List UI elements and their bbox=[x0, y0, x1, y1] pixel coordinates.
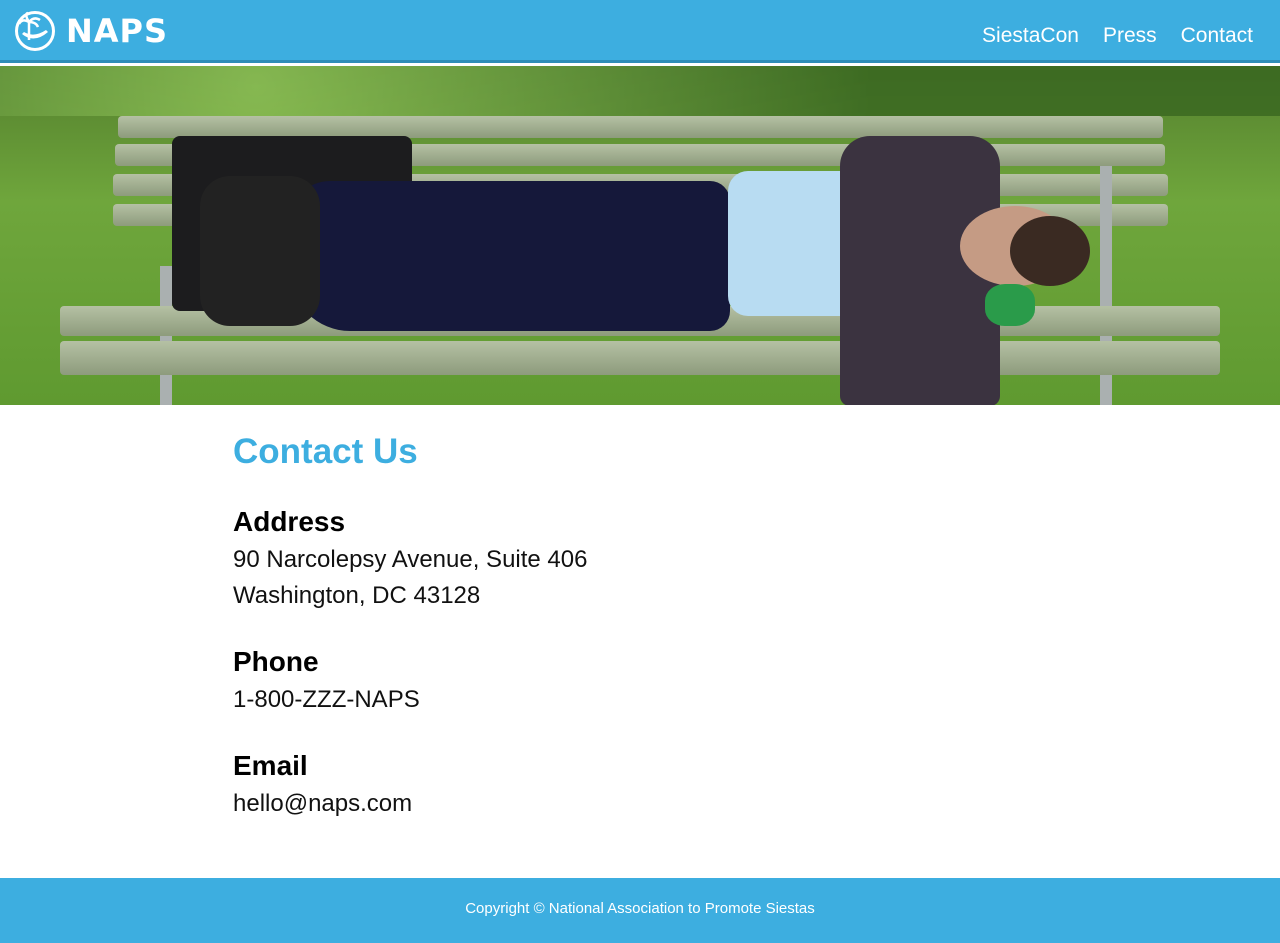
nav-siestacon[interactable]: SiestaCon bbox=[982, 24, 1079, 48]
address-line-2: Washington, DC 43128 bbox=[233, 582, 481, 609]
hero-image bbox=[0, 66, 1280, 405]
address-heading: Address bbox=[233, 506, 346, 537]
logo-text: NAPS bbox=[66, 12, 169, 50]
email-address: hello@naps.com bbox=[233, 790, 413, 817]
contact-content: Contact Us Address 90 Narcolepsy Avenue,… bbox=[233, 432, 1053, 854]
phone-section: Phone 1-800-ZZZ-NAPS bbox=[233, 646, 1053, 718]
palm-hammock-logo-icon bbox=[15, 11, 55, 51]
phone-heading: Phone bbox=[233, 646, 319, 677]
copyright-text: Copyright © National Association to Prom… bbox=[465, 900, 815, 917]
nav-press[interactable]: Press bbox=[1103, 24, 1157, 48]
address-section: Address 90 Narcolepsy Avenue, Suite 406 … bbox=[233, 506, 1053, 614]
email-section: Email hello@naps.com bbox=[233, 750, 1053, 822]
address-line-1: 90 Narcolepsy Avenue, Suite 406 bbox=[233, 546, 588, 573]
page-title: Contact Us bbox=[233, 432, 418, 471]
phone-number: 1-800-ZZZ-NAPS bbox=[233, 686, 420, 713]
logo-link[interactable]: NAPS bbox=[14, 10, 168, 52]
nav-contact[interactable]: Contact bbox=[1181, 24, 1253, 48]
main-nav: SiestaCon Press Contact bbox=[982, 24, 1253, 48]
footer: Copyright © National Association to Prom… bbox=[0, 878, 1280, 943]
email-heading: Email bbox=[233, 750, 308, 781]
site-header: NAPS SiestaCon Press Contact bbox=[0, 0, 1280, 63]
